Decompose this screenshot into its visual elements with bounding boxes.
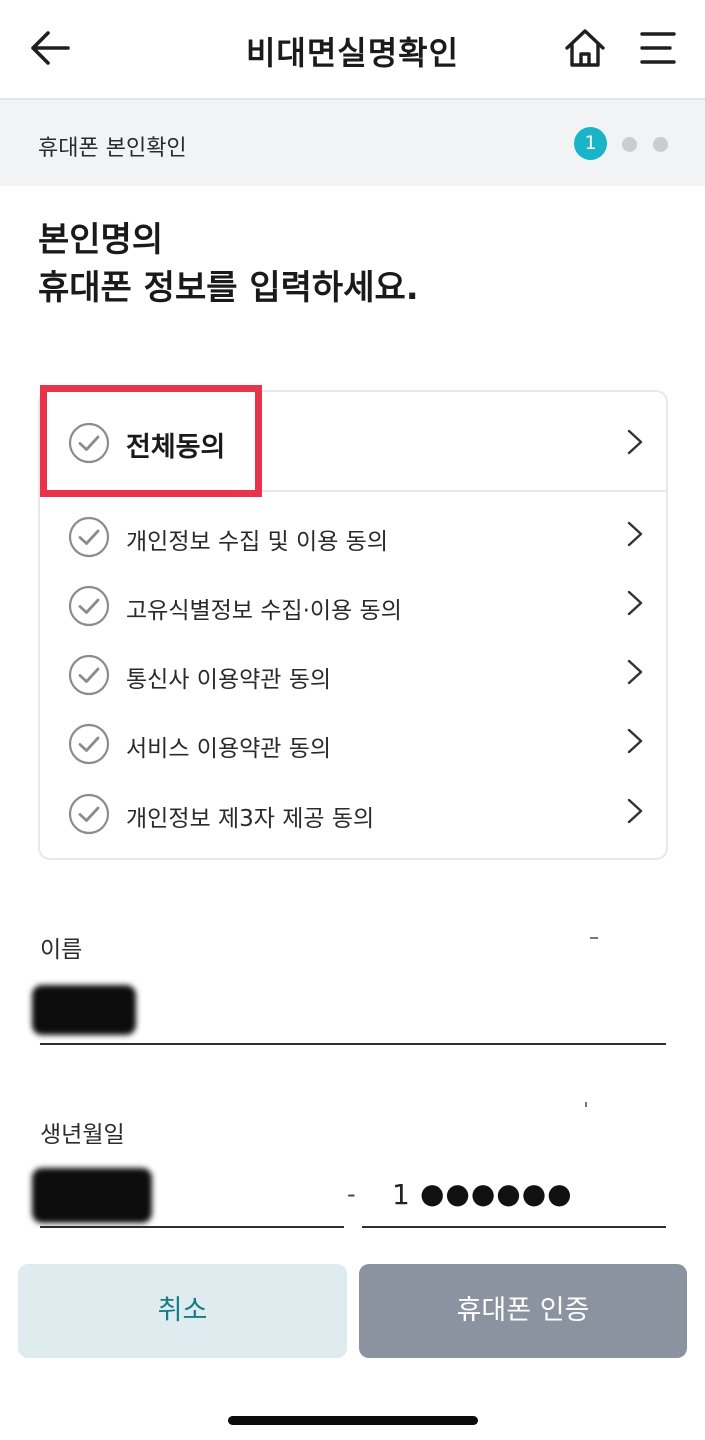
- rrn-first-digit: 1: [392, 1178, 410, 1211]
- check-circle-icon[interactable]: [68, 723, 110, 765]
- step-dot-3: [653, 137, 668, 152]
- rrn-back-input[interactable]: 1 ●●●●●●: [362, 1168, 666, 1228]
- agreement-item-carrier-terms[interactable]: 통신사 이용약관 동의: [40, 644, 666, 706]
- agreement-item-label: 개인정보 제3자 제공 동의: [126, 806, 375, 832]
- agreement-item-label: 통신사 이용약관 동의: [126, 667, 332, 693]
- rrn-separator: -: [347, 1180, 356, 1208]
- agreement-item-service-terms[interactable]: 서비스 이용약관 동의: [40, 713, 666, 775]
- check-circle-icon[interactable]: [68, 422, 110, 464]
- agreement-item-label: 서비스 이용약관 동의: [126, 736, 332, 762]
- agreement-item-unique-id[interactable]: 고유식별정보 수집·이용 동의: [40, 575, 666, 637]
- birthdate-label: 생년월일: [40, 1122, 125, 1148]
- heading-line-1: 본인명의: [38, 220, 164, 260]
- step-dot-2: [622, 137, 637, 152]
- chevron-right-icon: [627, 659, 643, 685]
- chevron-right-icon: [627, 590, 643, 616]
- check-circle-icon[interactable]: [68, 585, 110, 627]
- check-circle-icon[interactable]: [68, 654, 110, 696]
- agreement-card: 전체동의 개인정보 수집 및 이용 동의 고유식별정보 수집·이용 동의 통신사…: [38, 390, 668, 860]
- chevron-right-icon: [627, 798, 643, 824]
- check-circle-icon[interactable]: [68, 793, 110, 835]
- agree-all-row[interactable]: 전체동의: [40, 392, 666, 492]
- rrn-masked-digits: ●●●●●●: [420, 1177, 573, 1210]
- home-indicator-bar: [228, 1416, 478, 1425]
- hamburger-menu-icon: [640, 32, 676, 64]
- agreement-item-label: 개인정보 수집 및 이용 동의: [126, 529, 389, 555]
- agreement-item-third-party[interactable]: 개인정보 제3자 제공 동의: [40, 783, 666, 845]
- app-header: 비대면실명확인: [0, 0, 705, 100]
- agreement-item-personal-info[interactable]: 개인정보 수집 및 이용 동의: [40, 506, 666, 568]
- chevron-right-icon: [627, 521, 643, 547]
- speck: [585, 1102, 587, 1107]
- phone-verify-button[interactable]: 휴대폰 인증: [359, 1264, 687, 1358]
- heading-line-2: 휴대폰 정보를 입력하세요.: [38, 268, 419, 308]
- name-label: 이름: [40, 937, 83, 963]
- identity-verification-page: 비대면실명확인 휴대폰 본인확인 1 본인명의 휴대폰 정보를 입력하세요. 전…: [0, 0, 705, 1440]
- chevron-right-icon: [627, 728, 643, 754]
- instruction-heading: 본인명의 휴대폰 정보를 입력하세요.: [38, 216, 678, 312]
- name-input[interactable]: [40, 985, 666, 1045]
- home-button[interactable]: [563, 26, 607, 70]
- step-current-badge: 1: [574, 127, 607, 160]
- check-circle-icon[interactable]: [68, 516, 110, 558]
- step-label: 휴대폰 본인확인: [38, 136, 187, 161]
- agreement-item-label: 고유식별정보 수집·이용 동의: [126, 598, 402, 624]
- birthdate-input[interactable]: [40, 1168, 344, 1228]
- cancel-button[interactable]: 취소: [18, 1264, 347, 1358]
- agree-all-label: 전체동의: [126, 432, 226, 463]
- home-icon: [565, 29, 605, 67]
- menu-button[interactable]: [638, 30, 678, 66]
- chevron-right-icon: [627, 429, 643, 455]
- speck: [590, 937, 598, 939]
